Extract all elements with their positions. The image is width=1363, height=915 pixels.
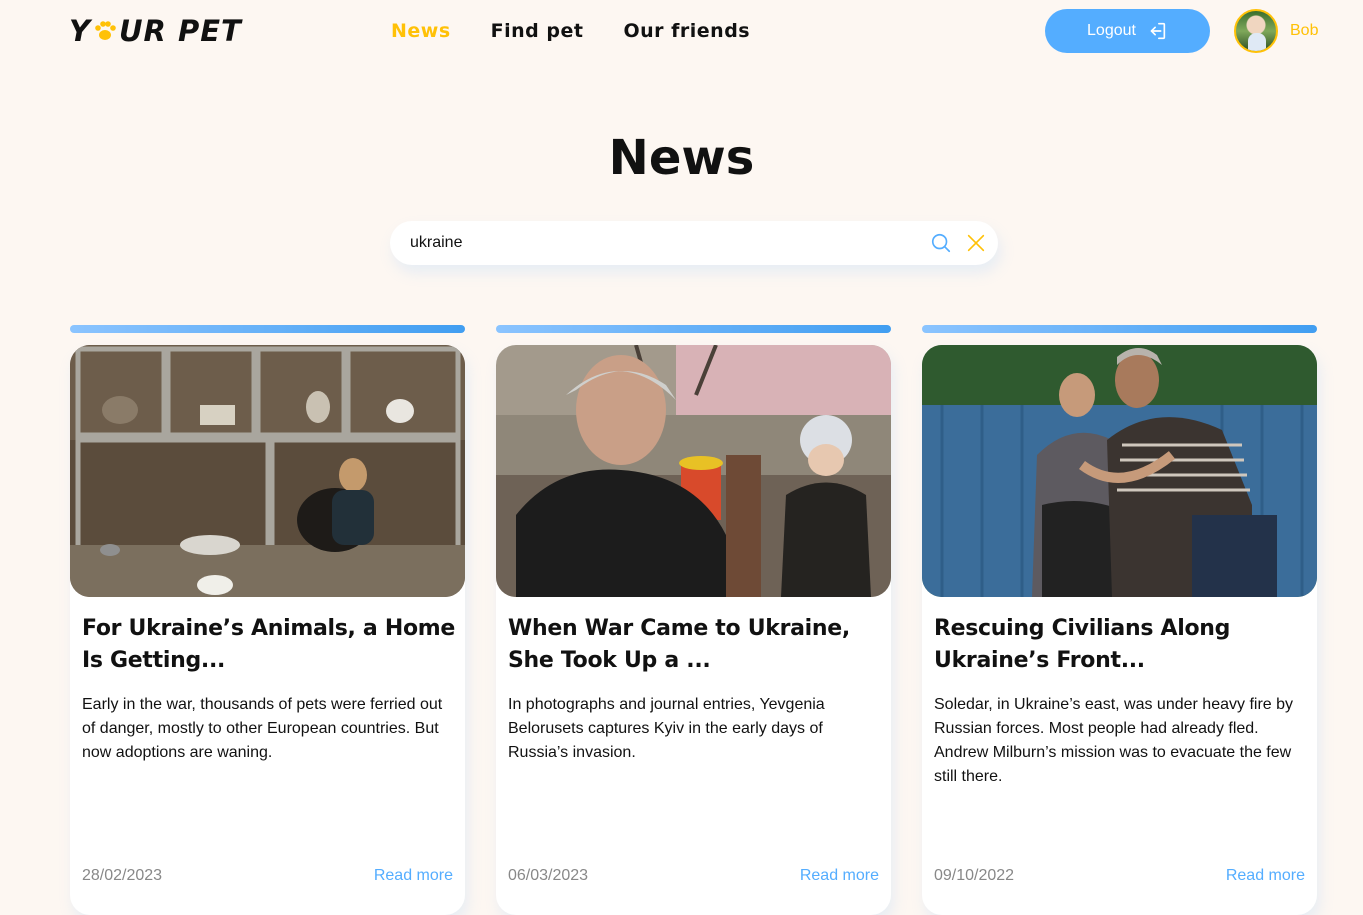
logout-label: Logout <box>1087 22 1136 39</box>
logo[interactable]: Y UR PET <box>69 14 242 48</box>
news-image-rescue <box>922 345 1317 597</box>
card-accent-bar <box>922 325 1317 333</box>
main-nav: News Find pet Our friends <box>391 20 750 42</box>
news-title: For Ukraine’s Animals, a Home Is Getting… <box>82 616 456 673</box>
card-accent-bar <box>70 325 465 333</box>
news-title: When War Came to Ukraine, She Took Up a … <box>508 616 850 673</box>
avatar[interactable] <box>1234 9 1278 53</box>
nav-our-friends[interactable]: Our friends <box>623 20 750 42</box>
nav-news[interactable]: News <box>391 20 451 42</box>
page-title: News <box>608 130 755 186</box>
news-image-shelter <box>70 345 465 597</box>
news-date: 09/10/2022 <box>934 867 1015 884</box>
logo-text-left: Y <box>69 14 91 48</box>
nav-find-pet[interactable]: Find pet <box>491 20 584 42</box>
news-card: For Ukraine’s Animals, a Home Is Getting… <box>70 325 465 915</box>
search-icon[interactable] <box>930 232 952 254</box>
search-bar <box>390 221 998 265</box>
news-date: 28/02/2023 <box>82 867 163 884</box>
news-text: Soledar, in Ukraine’s east, was under he… <box>934 696 1294 785</box>
news-date: 06/03/2023 <box>508 867 589 884</box>
logo-text-right: UR PET <box>119 14 242 48</box>
header: Y UR PET News Find pet Our friends Logou… <box>0 0 1363 64</box>
read-more-link[interactable]: Read more <box>1226 867 1305 885</box>
news-card: Rescuing Civilians Along Ukraine’s Front… <box>922 325 1317 915</box>
card-body: For Ukraine’s Animals, a Home Is Getting… <box>70 345 465 915</box>
card-body: When War Came to Ukraine, She Took Up a … <box>496 345 891 915</box>
username: Bob <box>1290 22 1319 39</box>
news-text: In photographs and journal entries, Yevg… <box>508 696 825 761</box>
user-menu[interactable]: Bob <box>1234 9 1318 53</box>
read-more-link[interactable]: Read more <box>800 867 879 885</box>
logout-button[interactable]: Logout <box>1045 9 1210 53</box>
close-icon[interactable] <box>965 232 987 254</box>
logout-icon <box>1150 22 1166 40</box>
news-title: Rescuing Civilians Along Ukraine’s Front… <box>934 616 1231 673</box>
paw-icon <box>95 21 116 40</box>
news-image-kyiv <box>496 345 891 597</box>
read-more-link[interactable]: Read more <box>374 867 453 885</box>
news-card: When War Came to Ukraine, She Took Up a … <box>496 325 891 915</box>
news-text: Early in the war, thousands of pets were… <box>82 696 443 761</box>
card-accent-bar <box>496 325 891 333</box>
search-input[interactable] <box>410 221 910 265</box>
card-body: Rescuing Civilians Along Ukraine’s Front… <box>922 345 1317 915</box>
